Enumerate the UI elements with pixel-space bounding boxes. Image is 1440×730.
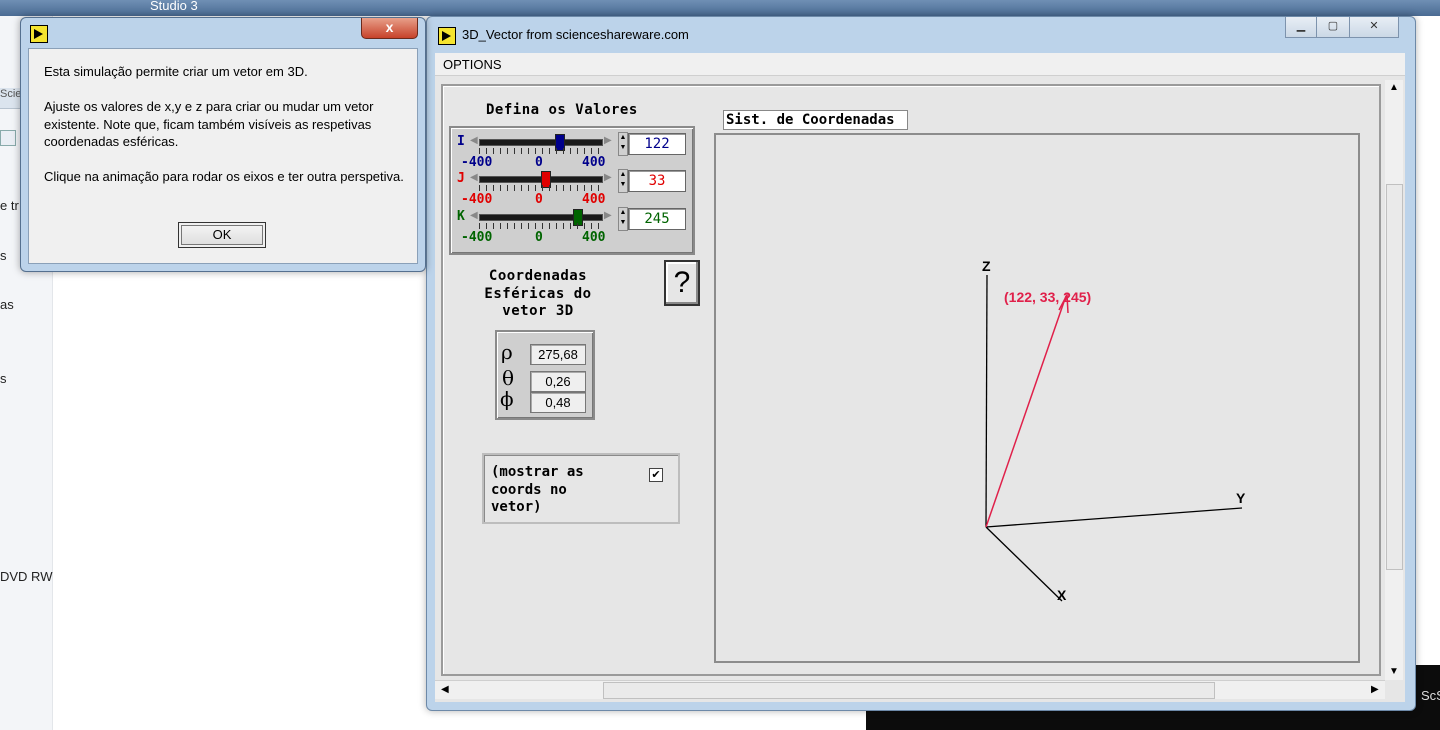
controls-title: Defina os Valores: [486, 102, 638, 118]
slider-value-field[interactable]: 122: [628, 133, 686, 155]
y-axis-label: Y: [1236, 490, 1246, 506]
dialog-close-button[interactable]: x: [361, 18, 418, 39]
coordinate-graph[interactable]: Z Y X (122, 33, 245): [714, 133, 1360, 663]
slider-min-label: -400: [461, 155, 493, 170]
panel-area: Defina os Valores I ◀ ▶ -400 0 400 ▲ ▼ 122 J ◀ ▶ -40…: [441, 84, 1381, 676]
x-axis-label: X: [1057, 587, 1067, 603]
dialog-message: Esta simulação permite criar um vetor em…: [44, 64, 404, 184]
horizontal-scroll-thumb[interactable]: [603, 682, 1215, 699]
slider-right-arrow-icon[interactable]: ▶: [604, 172, 612, 183]
scroll-up-icon[interactable]: ▲: [1389, 82, 1399, 93]
x-axis-line: [985, 526, 1063, 602]
background-scie-tab: Scie: [0, 88, 20, 109]
background-nav-label[interactable]: as: [0, 297, 14, 312]
info-dialog: x Esta simulação permite criar um vetor …: [20, 17, 426, 272]
slider-max-label: 400: [582, 192, 606, 207]
background-nav-label[interactable]: s: [0, 371, 7, 386]
coordinate-svg[interactable]: Z Y X (122, 33, 245): [716, 135, 1358, 661]
slider-ticks: [479, 148, 601, 154]
slider-track[interactable]: [479, 214, 603, 221]
minimize-button[interactable]: ▁: [1285, 17, 1317, 38]
vertical-scrollbar[interactable]: ▲ ▼: [1385, 80, 1403, 680]
vector-line: [985, 295, 1067, 528]
background-nav-label[interactable]: s: [0, 248, 7, 263]
help-button[interactable]: ?: [664, 260, 700, 306]
slider-value-field[interactable]: 245: [628, 208, 686, 230]
background-taskbar-label: ScS: [1421, 688, 1440, 703]
show-coords-checkbox[interactable]: ✔: [649, 468, 663, 482]
slider-mid-label: 0: [535, 155, 543, 170]
show-coords-label: (mostrar as coords no vetor): [491, 464, 584, 515]
z-axis-line: [985, 274, 988, 528]
maximize-button[interactable]: ▢: [1316, 17, 1350, 38]
slider-value-field[interactable]: 33: [628, 170, 686, 192]
value-spinner[interactable]: ▲ ▼: [618, 169, 628, 193]
slider-left-arrow-icon[interactable]: ◀: [470, 210, 478, 221]
labview-dialog-icon: [30, 25, 48, 43]
slider-max-label: 400: [582, 230, 606, 245]
scroll-down-icon[interactable]: ▼: [1389, 666, 1399, 677]
slider-right-arrow-icon[interactable]: ▶: [604, 135, 612, 146]
slider-mid-label: 0: [535, 192, 543, 207]
phi-symbol: ϕ: [500, 387, 514, 411]
scroll-left-icon[interactable]: ◀: [441, 684, 449, 695]
vector-coords-label: (122, 33, 245): [1004, 289, 1091, 305]
value-spinner[interactable]: ▲ ▼: [618, 207, 628, 231]
menu-options[interactable]: OPTIONS: [443, 57, 502, 72]
horizontal-scrollbar[interactable]: ◀ ▶: [435, 680, 1385, 699]
background-title: Studio 3: [150, 0, 198, 13]
show-coords-box: (mostrar as coords no vetor) ✔: [482, 453, 680, 524]
labview-app-icon: [438, 27, 456, 45]
slider-ticks: [479, 185, 601, 191]
z-axis-label: Z: [982, 258, 991, 274]
slider-left-arrow-icon[interactable]: ◀: [470, 135, 478, 146]
slider-max-label: 400: [582, 155, 606, 170]
slider-right-arrow-icon[interactable]: ▶: [604, 210, 612, 221]
theta-value: 0,26: [530, 371, 586, 392]
y-axis-line: [985, 507, 1243, 528]
front-panel: Defina os Valores I ◀ ▶ -400 0 400 ▲ ▼ 122 J ◀ ▶ -40…: [435, 76, 1405, 702]
slider-min-label: -400: [461, 230, 493, 245]
slider-ticks: [479, 223, 601, 229]
sliders-box: I ◀ ▶ -400 0 400 ▲ ▼ 122 J ◀ ▶ -400 0 400 ▲ ▼ 33 K ◀ ▶ -400 0 4…: [449, 126, 695, 255]
rho-symbol: ρ: [501, 340, 513, 364]
slider-letter: K: [457, 209, 465, 224]
slider-min-label: -400: [461, 192, 493, 207]
scroll-right-icon[interactable]: ▶: [1371, 684, 1379, 695]
background-window-titlebar: [0, 0, 1440, 16]
background-nav-label[interactable]: e tr: [0, 198, 19, 213]
background-nav-label[interactable]: DVD RW: [0, 569, 52, 584]
phi-value: 0,48: [530, 392, 586, 413]
ok-button[interactable]: OK: [178, 222, 266, 248]
value-spinner[interactable]: ▲ ▼: [618, 132, 628, 156]
graph-title: Sist. de Coordenadas: [723, 110, 908, 130]
background-drive-icon: [0, 130, 16, 146]
slider-track[interactable]: [479, 139, 603, 146]
dialog-body: Esta simulação permite criar um vetor em…: [28, 48, 418, 264]
slider-mid-label: 0: [535, 230, 543, 245]
slider-letter: J: [457, 171, 465, 186]
menu-bar: OPTIONS: [435, 53, 1405, 76]
window-close-button[interactable]: ✕: [1349, 17, 1399, 38]
vertical-scroll-thumb[interactable]: [1386, 184, 1403, 570]
slider-left-arrow-icon[interactable]: ◀: [470, 172, 478, 183]
window-title: 3D_Vector from scienceshareware.com: [462, 27, 689, 42]
rho-value: 275,68: [530, 344, 586, 365]
slider-letter: I: [457, 134, 465, 149]
spherical-title: Coordenadas Esféricas do vetor 3D: [484, 268, 592, 319]
vector-3d-window: 3D_Vector from scienceshareware.com ▁ ▢ …: [426, 16, 1416, 711]
spherical-coords-box: ρ 275,68 θ 0,26 ϕ 0,48: [495, 330, 595, 420]
